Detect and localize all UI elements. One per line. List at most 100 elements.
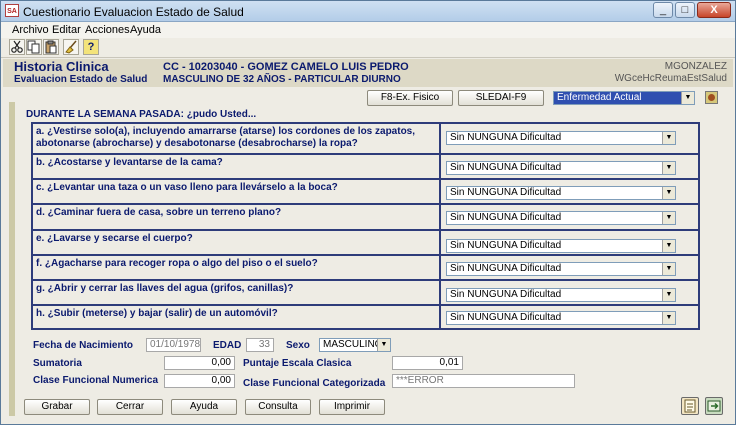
paste-button[interactable] (43, 39, 59, 55)
chevron-down-icon: ▼ (662, 187, 675, 199)
question-row: c. ¿Levantar una taza o un vaso lleno pa… (33, 180, 698, 205)
menu-acciones[interactable]: Acciones (85, 24, 130, 36)
query-button[interactable]: Consulta (245, 399, 311, 415)
question-select-d[interactable]: Sin NUNGUNA Dificultad ▼ (446, 211, 676, 225)
cut-button[interactable] (9, 39, 25, 55)
maximize-button[interactable]: □ (675, 2, 695, 18)
question-value: Sin NUNGUNA Dificultad (450, 187, 562, 198)
broom-icon (65, 40, 77, 54)
paste-icon (45, 40, 57, 54)
question-value: Sin NUNGUNA Dificultad (450, 289, 562, 300)
go-button[interactable] (705, 91, 718, 104)
question-value: Sin NUNGUNA Dificultad (450, 263, 562, 274)
birth-date-field: 01/10/1978 (146, 338, 201, 352)
question-row: b. ¿Acostarse y levantarse de la cama? S… (33, 155, 698, 180)
chevron-down-icon: ▼ (662, 132, 675, 144)
save-button[interactable]: Grabar (24, 399, 90, 415)
question-label: a. ¿Vestirse solo(a), incluyendo amarrar… (33, 124, 441, 153)
menu-archivo[interactable]: Archivo (12, 24, 49, 36)
questions-table: a. ¿Vestirse solo(a), incluyendo amarrar… (31, 122, 700, 330)
window-title: Cuestionario Evaluacion Estado de Salud (23, 5, 244, 19)
patient-id: CC - 10203040 - GOMEZ CAMELO LUIS PEDRO (163, 61, 409, 73)
score-field: 0,01 (392, 356, 463, 370)
section-select-value: Enfermedad Actual (557, 92, 642, 103)
sum-label: Sumatoria (33, 358, 82, 369)
question-label: g. ¿Abrir y cerrar las llaves del agua (… (33, 281, 441, 304)
question-row: e. ¿Lavarse y secarse el cuerpo? Sin NUN… (33, 231, 698, 256)
patient-header: Historia Clinica Evaluacion Estado de Sa… (3, 59, 733, 87)
question-value: Sin NUNGUNA Dificultad (450, 162, 562, 173)
question-select-g[interactable]: Sin NUNGUNA Dificultad ▼ (446, 288, 676, 302)
question-select-f[interactable]: Sin NUNGUNA Dificultad ▼ (446, 262, 676, 276)
question-label: f. ¿Agacharse para recoger ropa o algo d… (33, 256, 441, 279)
arrow-icon (708, 94, 715, 101)
question-label: e. ¿Lavarse y secarse el cuerpo? (33, 231, 441, 254)
question-label: c. ¿Levantar una taza o un vaso lleno pa… (33, 180, 441, 203)
chevron-down-icon: ▼ (662, 263, 675, 275)
score-label: Puntaje Escala Clasica (243, 358, 352, 369)
exit-icon (707, 400, 721, 412)
question-row: h. ¿Subir (meterse) y bajar (salir) de u… (33, 306, 698, 328)
minimize-button[interactable]: _ (653, 2, 673, 18)
menu-bar: Archivo Editar Acciones Ayuda (1, 22, 735, 38)
sex-label: Sexo (286, 340, 310, 351)
sum-field: 0,00 (164, 356, 235, 370)
birth-date-label: Fecha de Nacimiento (33, 340, 134, 351)
app-window: SA Cuestionario Evaluacion Estado de Sal… (0, 0, 736, 425)
help-action-button[interactable]: Ayuda (171, 399, 237, 415)
question-select-h[interactable]: Sin NUNGUNA Dificultad ▼ (446, 311, 676, 325)
sledai-button[interactable]: SLEDAI-F9 (458, 90, 544, 106)
age-label: EDAD (213, 340, 242, 351)
question-row: a. ¿Vestirse solo(a), incluyendo amarrar… (33, 124, 698, 155)
exam-button[interactable]: F8-Ex. Fisico (367, 90, 453, 106)
section-title: DURANTE LA SEMANA PASADA: ¿pudo Usted... (26, 109, 257, 120)
copy-button[interactable] (26, 39, 42, 55)
chevron-down-icon: ▼ (681, 92, 694, 104)
chevron-down-icon: ▼ (662, 312, 675, 324)
help-icon: ? (87, 41, 95, 53)
question-label: d. ¿Caminar fuera de casa, sobre un terr… (33, 205, 441, 229)
question-select-a[interactable]: Sin NUNGUNA Dificultad ▼ (446, 131, 676, 145)
question-select-b[interactable]: Sin NUNGUNA Dificultad ▼ (446, 161, 676, 175)
chevron-down-icon: ▼ (662, 162, 675, 174)
func-cat-field: ***ERROR (392, 374, 575, 388)
question-row: g. ¿Abrir y cerrar las llaves del agua (… (33, 281, 698, 306)
func-num-field: 0,00 (164, 374, 235, 388)
func-num-label: Clase Funcional Numerica (33, 375, 159, 386)
chevron-down-icon: ▼ (662, 289, 675, 301)
age-field: 33 (246, 338, 274, 352)
close-window-button[interactable]: X (697, 2, 731, 18)
chevron-down-icon: ▼ (377, 339, 390, 351)
notepad-icon (684, 399, 696, 413)
sex-select[interactable]: MASCULINO ▼ (319, 338, 391, 352)
func-cat-label: Clase Funcional Categorizada (243, 378, 386, 389)
menu-ayuda[interactable]: Ayuda (130, 24, 161, 36)
question-label: b. ¿Acostarse y levantarse de la cama? (33, 155, 441, 178)
title-bar[interactable]: SA Cuestionario Evaluacion Estado de Sal… (1, 1, 735, 22)
menu-editar[interactable]: Editar (52, 24, 81, 36)
sex-value: MASCULINO (323, 339, 383, 350)
question-value: Sin NUNGUNA Dificultad (450, 312, 562, 323)
close-button[interactable]: Cerrar (97, 399, 163, 415)
page-title: Historia Clinica (14, 59, 109, 74)
form-id: WGceHcReumaEstSalud (614, 73, 727, 84)
cut-icon (11, 40, 23, 53)
patient-detail: MASCULINO DE 32 AÑOS - PARTICULAR DIURNO (163, 74, 401, 85)
toolbar: ? (1, 38, 735, 58)
page-subtitle: Evaluacion Estado de Salud (14, 74, 148, 85)
chevron-down-icon: ▼ (662, 240, 675, 252)
question-row: d. ¿Caminar fuera de casa, sobre un terr… (33, 205, 698, 231)
question-select-c[interactable]: Sin NUNGUNA Dificultad ▼ (446, 186, 676, 200)
notes-button[interactable] (681, 397, 699, 415)
chevron-down-icon: ▼ (662, 212, 675, 224)
question-value: Sin NUNGUNA Dificultad (450, 132, 562, 143)
question-select-e[interactable]: Sin NUNGUNA Dificultad ▼ (446, 239, 676, 253)
print-button[interactable]: Imprimir (319, 399, 385, 415)
help-button[interactable]: ? (83, 39, 99, 55)
question-value: Sin NUNGUNA Dificultad (450, 212, 562, 223)
user-name: MGONZALEZ (664, 61, 727, 72)
clean-button[interactable] (63, 39, 79, 55)
section-select[interactable]: Enfermedad Actual ▼ (553, 91, 695, 105)
app-icon: SA (5, 4, 19, 17)
exit-button[interactable] (705, 397, 723, 415)
